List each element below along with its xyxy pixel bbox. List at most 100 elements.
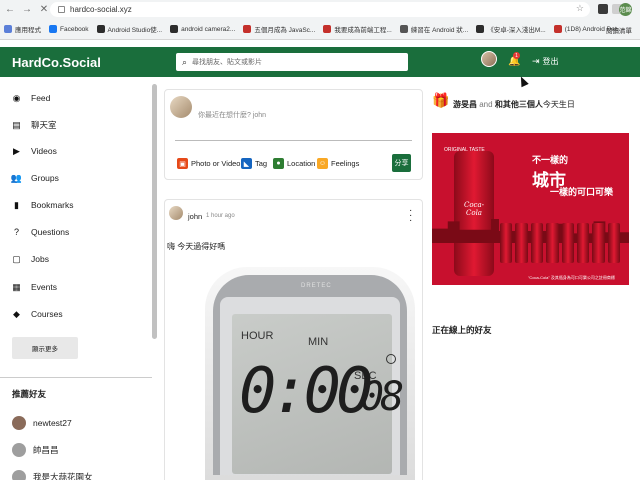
sidebar-item-questions[interactable]: ? Questions <box>12 227 69 237</box>
bookmark-favicon-icon <box>243 25 252 33</box>
bookmark-label: android camera2... <box>181 25 236 33</box>
feelings-button[interactable]: ☺ Feelings <box>317 158 359 169</box>
birthday-notice[interactable]: 游旻昌 and 和其他三個人今天生日 <box>453 99 575 110</box>
ad-cans-row <box>500 223 620 263</box>
chat-icon: ▤ <box>12 119 21 130</box>
sidebar-item-label: Questions <box>31 227 70 237</box>
sidebar-scrollbar[interactable] <box>152 84 157 339</box>
composer-input[interactable]: 你最近在想什麼? john <box>198 110 266 120</box>
school-icon: ◆ <box>13 308 20 319</box>
bookmark-item[interactable]: 我要成為前端工程... <box>323 24 392 34</box>
timer-digits: 0:00 <box>239 354 373 427</box>
composer-action-label: Feelings <box>331 159 360 168</box>
bookmark-favicon-icon <box>4 25 12 33</box>
recommended-friend[interactable]: 我是大蒜花園女 <box>12 470 93 480</box>
photo-or-video-button[interactable]: ▣ Photo or Video <box>177 158 240 169</box>
app-header: HardCo.Social ⌕ 尋找朋友、貼文或影片 🔔 1 ⇥ 登出 <box>0 47 640 77</box>
more-vert-icon[interactable]: · · · <box>409 206 413 226</box>
ad-headline-1: 不一樣的 <box>532 155 569 165</box>
forward-icon[interactable]: → <box>20 3 34 17</box>
ad-can-image: Coca-Cola <box>454 151 494 276</box>
bookmark-favicon-icon <box>49 25 57 33</box>
online-friends-title: 正在線上的好友 <box>432 325 492 335</box>
show-more-button[interactable]: 顯示更多 <box>12 337 78 359</box>
bookmark-item[interactable]: android camera2... <box>170 25 235 33</box>
bookmark-item[interactable]: 練習在 Android 狀... <box>399 24 468 34</box>
bookmark-item[interactable]: 五個月成為 JavaSc... <box>243 24 315 34</box>
ad-headline-3: 一樣的可口可樂 <box>550 187 614 197</box>
bookmark-favicon-icon <box>170 25 179 33</box>
recommended-friend[interactable]: newtest27 <box>12 416 72 430</box>
bookmark-item[interactable]: Facebook <box>49 25 89 33</box>
sidebar-item-label: Groups <box>31 173 59 183</box>
site-logo[interactable]: HardCo.Social <box>12 55 101 70</box>
bookmark-item[interactable]: 《安卓-深入淺出M... <box>476 24 546 34</box>
browser-profile-avatar[interactable]: 范錦 <box>619 3 632 16</box>
sidebar-item-jobs[interactable]: ▢ Jobs <box>12 254 49 265</box>
logout-button[interactable]: ⇥ 登出 <box>532 56 559 67</box>
gift-icon: 🎁 <box>432 92 450 108</box>
bookmark-label: Facebook <box>60 25 89 33</box>
bookmark-favicon-icon <box>323 25 332 33</box>
reload-icon[interactable]: ✕ <box>37 3 51 17</box>
rss-icon: ◉ <box>12 92 21 103</box>
sidebar-item-[interactable]: ▤ 聊天室 <box>12 119 56 131</box>
bookmark-label: 《安卓-深入淺出M... <box>487 27 546 34</box>
sidebar-item-events[interactable]: ▦ Events <box>12 282 57 293</box>
post-timestamp: 1 hour ago <box>206 213 235 219</box>
sidebar-item-feed[interactable]: ◉ Feed <box>12 92 51 104</box>
bookmark-label: Android Studio使... <box>107 27 163 34</box>
lock-icon <box>58 6 65 13</box>
search-input[interactable]: ⌕ 尋找朋友、貼文或影片 <box>176 53 408 71</box>
bookmark-favicon-icon <box>553 25 562 33</box>
avatar <box>12 416 26 430</box>
extension-icon[interactable] <box>598 4 608 14</box>
sidebar-item-label: Events <box>31 282 57 292</box>
timer-frame: DRETEC HOUR MIN SEC 0:00 08 <box>213 275 407 475</box>
composer-action-label: Photo or Video <box>191 159 241 168</box>
bookmark-item[interactable]: 應用程式 <box>4 24 41 34</box>
location-button[interactable]: ● Location <box>273 158 315 169</box>
bookmark-item[interactable]: Android Studio使... <box>96 24 163 34</box>
bookmark-label: 五個月成為 JavaSc... <box>254 27 316 34</box>
photo-icon: ▣ <box>177 158 188 169</box>
share-button[interactable]: 分享 <box>392 154 411 172</box>
tag-icon: ◣ <box>241 158 252 169</box>
recommended-friend[interactable]: 帥昌昌 <box>12 443 59 457</box>
birthday-and: and <box>479 100 493 109</box>
location-icon: ● <box>273 158 284 169</box>
avatar <box>12 443 26 457</box>
star-icon[interactable]: ☆ <box>576 3 584 14</box>
bookmark-label: 應用程式 <box>15 27 41 34</box>
notification-badge: 1 <box>513 52 520 59</box>
composer-action-label: Location <box>287 159 316 168</box>
sidebar-item-label: Feed <box>31 93 51 103</box>
birthday-suffix: 今天生日 <box>542 100 575 109</box>
avatar <box>12 470 26 480</box>
address-bar[interactable]: hardco-social.xyz ☆ <box>50 2 590 17</box>
search-icon: ⌕ <box>182 56 188 67</box>
composer-action-label: Tag <box>255 159 268 168</box>
sidebar-item-courses[interactable]: ◆ Courses <box>12 308 63 320</box>
friend-name: 帥昌昌 <box>33 445 59 455</box>
timer-hour-label: HOUR <box>241 330 274 342</box>
reading-list[interactable]: 閱讀清單 <box>606 25 632 35</box>
user-avatar[interactable] <box>481 51 497 67</box>
logout-label: 登出 <box>542 57 559 66</box>
sidebar-item-groups[interactable]: 👥 Groups <box>11 173 59 184</box>
back-icon[interactable]: ← <box>3 3 17 17</box>
composer-avatar <box>170 96 192 118</box>
sidebar-item-label: Videos <box>31 146 57 156</box>
sidebar-item-videos[interactable]: ▶ Videos <box>12 146 57 157</box>
bookmarks-bar: 應用程式 Facebook Android Studio使... android ca… <box>0 19 640 40</box>
post-composer: 你最近在想什麼? john 分享 ▣ Photo or Video ◣ Tag ● Loc… <box>164 89 423 180</box>
advertisement-coca-cola[interactable]: ORIGINAL TASTE Coca-Cola 不一樣的 城市 一樣的可口可樂… <box>432 133 629 285</box>
url-text: hardco-social.xyz <box>70 5 132 14</box>
birthday-others: 和其他三個人 <box>494 100 543 109</box>
post-author-name[interactable]: john <box>188 212 202 221</box>
tag-button[interactable]: ◣ Tag <box>241 158 267 169</box>
ad-footnote: "Coca-Cola" 及其瓶身為可口可樂公司之註冊商標 <box>528 275 615 280</box>
bookmark-favicon-icon <box>96 25 105 33</box>
post-author-avatar[interactable] <box>169 206 183 220</box>
sidebar-item-bookmarks[interactable]: ▮ Bookmarks <box>12 200 74 211</box>
